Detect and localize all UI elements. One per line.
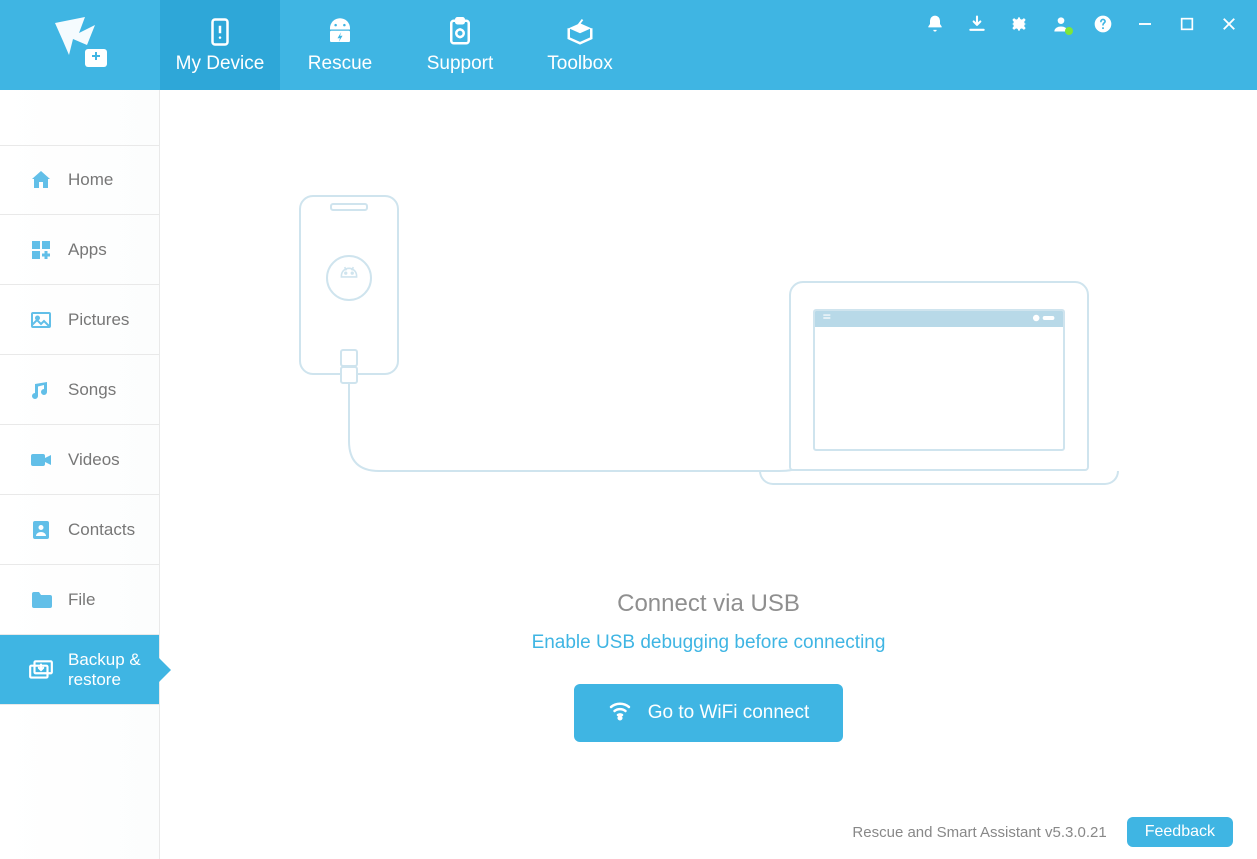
sidebar-item-label: Contacts: [68, 520, 135, 540]
home-icon: [28, 167, 54, 193]
sidebar-item-label: File: [68, 590, 95, 610]
toolbox-icon: [563, 15, 597, 49]
sidebar-item-label: Songs: [68, 380, 116, 400]
main-panel: Connect via USB Enable USB debugging bef…: [160, 90, 1257, 859]
user-icon[interactable]: [1051, 14, 1071, 34]
sidebar-item-label: Backup & restore: [68, 650, 159, 689]
backup-icon: [28, 657, 54, 683]
sidebar: Home Apps Pictures Songs Videos: [0, 90, 160, 859]
app-logo: [0, 0, 160, 90]
laptop-outline: [759, 281, 1119, 485]
nav-tab-label: Toolbox: [547, 53, 613, 75]
window-controls: [925, 0, 1257, 90]
nav-tab-label: Support: [427, 53, 494, 75]
sidebar-item-label: Videos: [68, 450, 120, 470]
feedback-button[interactable]: Feedback: [1127, 817, 1233, 847]
pictures-icon: [28, 307, 54, 333]
gear-icon[interactable]: [1009, 14, 1029, 34]
feedback-label: Feedback: [1145, 823, 1215, 840]
download-icon[interactable]: [967, 14, 987, 34]
app-header: My Device Rescue Support: [0, 0, 1257, 90]
android-icon: [326, 255, 372, 301]
sidebar-item-videos[interactable]: Videos: [0, 425, 159, 495]
phone-outline: [299, 195, 399, 375]
nav-tab-my-device[interactable]: My Device: [160, 0, 280, 90]
sidebar-item-file[interactable]: File: [0, 565, 159, 635]
close-icon[interactable]: [1219, 14, 1239, 34]
nav-tab-label: My Device: [176, 53, 265, 75]
file-icon: [28, 587, 54, 613]
maximize-icon[interactable]: [1177, 14, 1197, 34]
clipboard-gear-icon: [443, 15, 477, 49]
wifi-connect-button[interactable]: Go to WiFi connect: [574, 684, 844, 742]
nav-tab-rescue[interactable]: Rescue: [280, 0, 400, 90]
sidebar-item-contacts[interactable]: Contacts: [0, 495, 159, 565]
sidebar-item-pictures[interactable]: Pictures: [0, 285, 159, 355]
wifi-icon: [608, 698, 632, 728]
android-flash-icon: [323, 15, 357, 49]
connect-title: Connect via USB: [617, 590, 800, 618]
sidebar-item-backup-restore[interactable]: Backup & restore: [0, 635, 159, 705]
sidebar-item-label: Pictures: [68, 310, 129, 330]
footer: Rescue and Smart Assistant v5.3.0.21 Fee…: [852, 817, 1233, 847]
sidebar-item-home[interactable]: Home: [0, 145, 159, 215]
songs-icon: [28, 377, 54, 403]
contacts-icon: [28, 517, 54, 543]
header-nav-tabs: My Device Rescue Support: [160, 0, 640, 90]
phone-alert-icon: [203, 15, 237, 49]
wifi-button-label: Go to WiFi connect: [648, 702, 810, 724]
apps-icon: [28, 237, 54, 263]
connect-illustration: [299, 195, 1119, 485]
nav-tab-label: Rescue: [308, 53, 372, 75]
version-text: Rescue and Smart Assistant v5.3.0.21: [852, 824, 1106, 841]
help-icon[interactable]: [1093, 14, 1113, 34]
sidebar-item-label: Apps: [68, 240, 107, 260]
bell-icon[interactable]: [925, 14, 945, 34]
usb-debugging-link[interactable]: Enable USB debugging before connecting: [532, 632, 886, 654]
videos-icon: [28, 447, 54, 473]
sidebar-item-apps[interactable]: Apps: [0, 215, 159, 285]
minimize-icon[interactable]: [1135, 14, 1155, 34]
sidebar-item-songs[interactable]: Songs: [0, 355, 159, 425]
nav-tab-support[interactable]: Support: [400, 0, 520, 90]
sidebar-item-label: Home: [68, 170, 113, 190]
nav-tab-toolbox[interactable]: Toolbox: [520, 0, 640, 90]
